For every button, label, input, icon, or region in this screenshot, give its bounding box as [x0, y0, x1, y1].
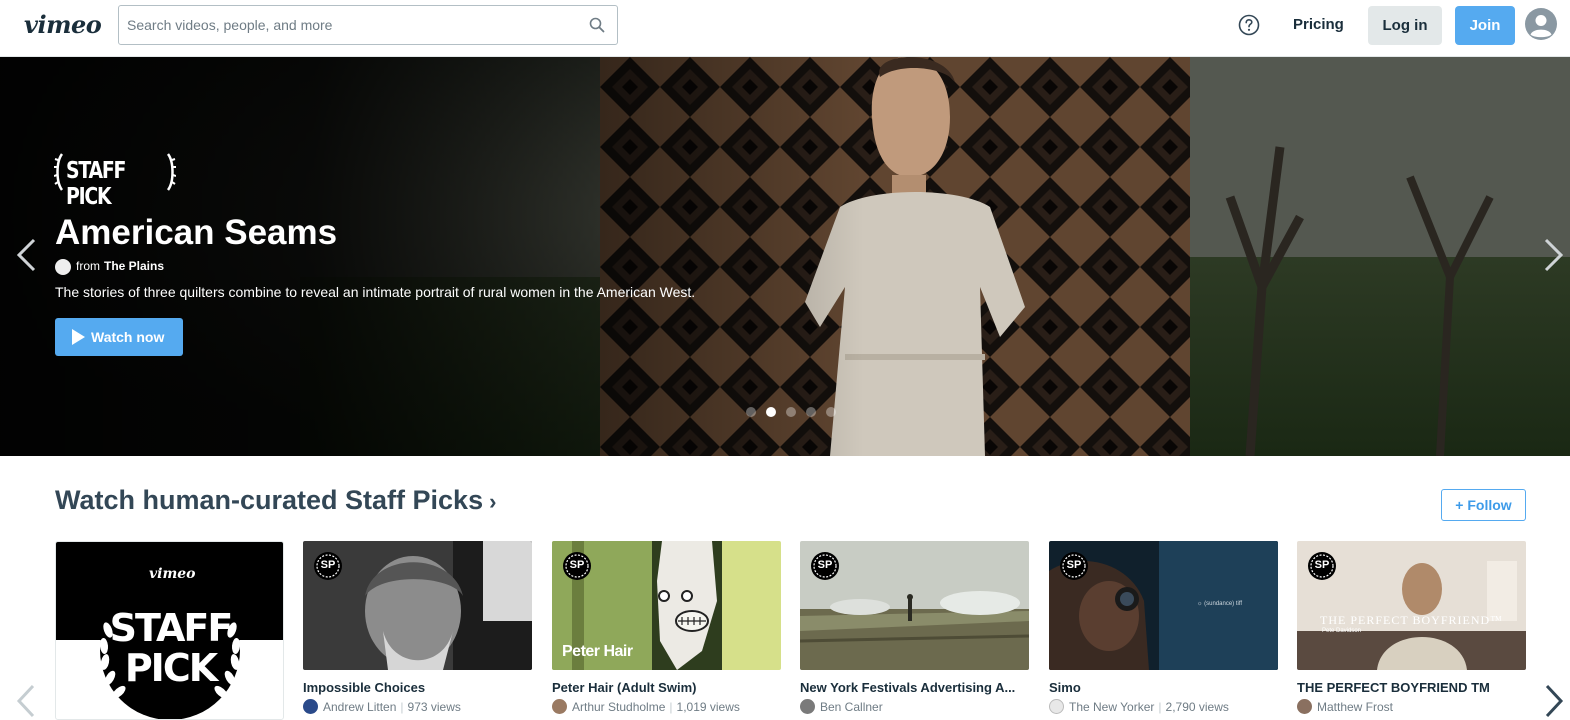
- video-title[interactable]: Simo: [1049, 680, 1278, 695]
- owner-avatar[interactable]: [55, 259, 71, 275]
- view-count: 1,019 views: [676, 700, 740, 714]
- chevron-right-icon: ›: [489, 489, 497, 514]
- hero-title[interactable]: American Seams: [55, 213, 337, 253]
- author-name[interactable]: Matthew Frost: [1317, 700, 1393, 714]
- carousel-dot[interactable]: [806, 407, 816, 417]
- help-icon[interactable]: [1238, 14, 1260, 36]
- carousel-next-chevron-right-icon[interactable]: [1544, 683, 1566, 719]
- carousel-dots: [746, 404, 846, 417]
- carousel-dot[interactable]: [786, 407, 796, 417]
- previous-slide-chevron-left-icon[interactable]: [14, 237, 38, 273]
- video-title[interactable]: Impossible Choices: [303, 680, 532, 695]
- hero-carousel[interactable]: STAFF PICK American Seams from The Plains…: [0, 57, 1570, 456]
- hero-gradient-overlay: [0, 57, 1570, 456]
- hero-byline: from The Plains: [55, 259, 164, 277]
- video-meta: Matthew Frost: [1297, 699, 1537, 714]
- promo-line1: STAFF: [109, 606, 234, 650]
- owner-link[interactable]: The Plains: [104, 259, 164, 273]
- vimeo-logo[interactable]: vimeo: [24, 10, 102, 39]
- author-name[interactable]: Ben Callner: [820, 700, 883, 714]
- sp-badge-label: SP: [1066, 559, 1082, 571]
- video-thumbnail[interactable]: SP: [800, 541, 1029, 670]
- video-meta: Andrew Litten | 973 views: [303, 699, 543, 714]
- hero-description: The stories of three quilters combine to…: [55, 284, 696, 300]
- from-label: from: [76, 259, 100, 274]
- follow-button[interactable]: + Follow: [1441, 489, 1526, 521]
- video-title[interactable]: THE PERFECT BOYFRIEND TM: [1297, 680, 1526, 695]
- thumbnail-overlay-title: Peter Hair: [562, 643, 633, 660]
- video-thumbnail[interactable]: SP THE PERFECT BOYFRIEND™ Pete Davidson: [1297, 541, 1526, 670]
- sp-badge-label: SP: [569, 559, 585, 571]
- user-avatar-icon[interactable]: [1525, 8, 1557, 40]
- video-thumbnail[interactable]: SP Peter Hair: [552, 541, 781, 670]
- carousel-dot[interactable]: [746, 407, 756, 417]
- sp-badge-label: SP: [817, 559, 833, 571]
- author-avatar[interactable]: [1297, 699, 1312, 714]
- login-button[interactable]: Log in: [1368, 6, 1442, 45]
- view-count: 2,790 views: [1165, 700, 1229, 714]
- carousel-dot[interactable]: [826, 407, 836, 417]
- video-meta: Arthur Studholme | 1,019 views: [552, 699, 792, 714]
- watch-now-button[interactable]: Watch now: [55, 318, 183, 356]
- carousel-prev-chevron-left-icon[interactable]: [14, 683, 36, 719]
- search-box[interactable]: [118, 5, 618, 45]
- video-title[interactable]: Peter Hair (Adult Swim): [552, 680, 781, 695]
- author-avatar[interactable]: [552, 699, 567, 714]
- video-meta: The New Yorker | 2,790 views: [1049, 699, 1289, 714]
- meta-separator: |: [400, 700, 404, 714]
- staff-pick-label: STAFF PICK: [66, 158, 126, 210]
- top-navigation: vimeo Pricing Log in Join: [0, 0, 1570, 57]
- staff-picks-heading[interactable]: Watch human-curated Staff Picks ›: [55, 485, 496, 516]
- play-icon: [72, 329, 85, 345]
- svg-text:☼ (sundance) tiff: ☼ (sundance) tiff: [1197, 601, 1242, 607]
- view-count: 973 views: [407, 700, 461, 714]
- sp-badge-label: SP: [320, 559, 336, 571]
- next-slide-chevron-right-icon[interactable]: [1542, 237, 1566, 273]
- thumbnail-overlay-title: THE PERFECT BOYFRIEND™: [1320, 613, 1503, 627]
- meta-separator: |: [1158, 700, 1162, 714]
- author-avatar[interactable]: [303, 699, 318, 714]
- author-avatar[interactable]: [1049, 699, 1064, 714]
- search-input[interactable]: [127, 15, 577, 35]
- author-name[interactable]: Arthur Studholme: [572, 700, 665, 714]
- video-title[interactable]: New York Festivals Advertising A...: [800, 680, 1029, 695]
- section-title-text: Watch human-curated Staff Picks: [55, 485, 484, 515]
- staff-pick-promo-card[interactable]: vimeo STAFF PICK: [55, 541, 284, 720]
- watch-now-label: Watch now: [91, 329, 165, 345]
- video-meta: Ben Callner: [800, 699, 1040, 714]
- author-avatar[interactable]: [800, 699, 815, 714]
- promo-line2: PICK: [124, 646, 218, 690]
- join-button[interactable]: Join: [1455, 6, 1515, 45]
- author-name[interactable]: The New Yorker: [1069, 700, 1154, 714]
- promo-brand: vimeo: [149, 566, 196, 582]
- carousel-dot-active[interactable]: [766, 407, 776, 417]
- sp-badge-label: SP: [1314, 559, 1330, 571]
- video-thumbnail[interactable]: ☼ (sundance) tiff SP: [1049, 541, 1278, 670]
- search-icon[interactable]: [589, 17, 605, 33]
- video-thumbnail[interactable]: SP: [303, 541, 532, 670]
- thumbnail-overlay-subtitle: Pete Davidson: [1322, 628, 1362, 634]
- author-name[interactable]: Andrew Litten: [323, 700, 396, 714]
- meta-separator: |: [669, 700, 673, 714]
- pricing-link[interactable]: Pricing: [1293, 16, 1344, 33]
